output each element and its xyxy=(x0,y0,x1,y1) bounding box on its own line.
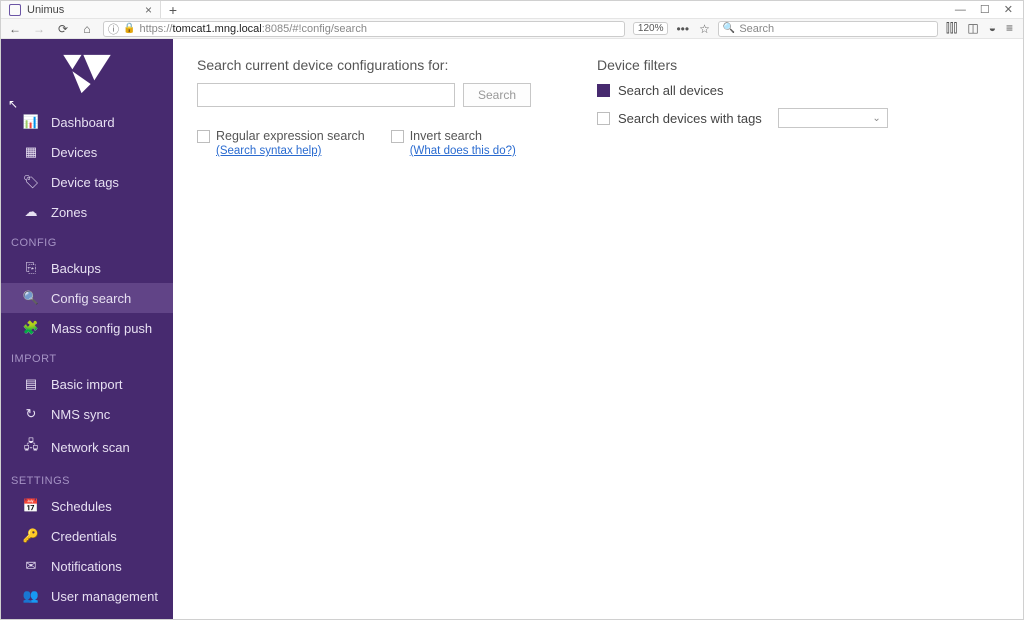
window-minimize-icon[interactable]: — xyxy=(955,4,966,16)
close-tab-icon[interactable]: × xyxy=(145,3,152,17)
sidebar-item-user-management[interactable]: 👥 User management xyxy=(1,581,173,611)
sidebar-item-label: NMS sync xyxy=(51,407,110,422)
favicon-icon xyxy=(9,4,21,16)
window-close-icon[interactable]: ✕ xyxy=(1004,3,1013,16)
tags-combobox[interactable]: ⌄ xyxy=(778,108,888,128)
filter-all-label: Search all devices xyxy=(618,83,724,98)
sidebar-item-zones[interactable]: ☁ Zones xyxy=(1,197,173,227)
config-search-input[interactable] xyxy=(197,83,455,107)
url-scheme: https:// xyxy=(139,23,172,35)
sync-icon: ↻ xyxy=(23,406,39,422)
devices-icon: ▦ xyxy=(23,144,39,160)
back-button[interactable]: ← xyxy=(7,22,23,36)
scan-icon: 🖧 xyxy=(23,436,39,458)
search-button[interactable]: Search xyxy=(463,83,531,107)
sidebar-item-mass-push[interactable]: 🧩 Mass config push xyxy=(1,313,173,343)
sidebar-item-label: Devices xyxy=(51,145,97,160)
sidebar-item-label: Network scan xyxy=(51,440,130,455)
reload-button[interactable]: ⟳ xyxy=(55,22,71,36)
sidebar-item-config-search[interactable]: 🔍 Config search xyxy=(1,283,173,313)
logo xyxy=(1,39,173,107)
browser-search-placeholder: Search xyxy=(739,23,774,35)
sidebar-item-label: Dashboard xyxy=(51,115,115,130)
cloud-icon: ☁ xyxy=(23,204,39,220)
sidebar-item-nms-sync[interactable]: ↻ NMS sync xyxy=(1,399,173,429)
account-icon[interactable]: ◒ xyxy=(989,21,996,36)
sidebar-item-backups[interactable]: ⎘ Backups xyxy=(1,253,173,283)
sidebar-item-network-scan[interactable]: 🖧 Network scan xyxy=(1,429,173,465)
address-bar[interactable]: ⓘ 🔒 https://tomcat1.mng.local:8085/#!con… xyxy=(103,21,625,37)
sidebar-item-label: Device tags xyxy=(51,175,119,190)
filters-section-title: Device filters xyxy=(597,57,999,73)
url-text: https://tomcat1.mng.local:8085/#!config/… xyxy=(139,23,366,35)
sidebar-item-label: Config search xyxy=(51,291,131,306)
dashboard-icon: 📊 xyxy=(23,114,39,130)
filter-tags-radio[interactable] xyxy=(597,112,610,125)
sidebar-section-import: IMPORT xyxy=(1,343,173,369)
file-icon: ▤ xyxy=(23,376,39,392)
info-icon: ⓘ xyxy=(108,21,119,37)
library-icon[interactable]: ⫿⫿⫿ xyxy=(946,21,958,36)
key-icon: 🔑 xyxy=(23,528,39,544)
url-host: tomcat1.mng.local xyxy=(172,23,261,35)
backup-icon: ⎘ xyxy=(23,260,39,276)
puzzle-icon: 🧩 xyxy=(23,320,39,336)
filter-tags-label: Search devices with tags xyxy=(618,111,762,126)
regex-help-link[interactable]: (Search syntax help) xyxy=(216,145,365,157)
sidebar-item-dashboard[interactable]: 📊 Dashboard xyxy=(1,107,173,137)
mail-icon: ✉ xyxy=(23,558,39,574)
sidebar-item-label: Schedules xyxy=(51,499,112,514)
url-path: :8085/#!config/search xyxy=(262,23,367,35)
filter-all-radio[interactable] xyxy=(597,84,610,97)
main-content: Search current device configurations for… xyxy=(173,39,1023,619)
new-tab-button[interactable]: + xyxy=(161,1,185,18)
invert-help-link[interactable]: (What does this do?) xyxy=(410,145,516,157)
sidebar-item-label: Zones xyxy=(51,205,87,220)
sidebar-item-notifications[interactable]: ✉ Notifications xyxy=(1,551,173,581)
sidebar: 📊 Dashboard ▦ Devices 🏷 Device tags ☁ Zo… xyxy=(1,39,173,619)
sidebar-section-settings: SETTINGS xyxy=(1,465,173,491)
sidebar-toggle-icon[interactable]: ◫ xyxy=(967,21,978,36)
sidebar-item-label: Backups xyxy=(51,261,101,276)
sidebar-item-label: Credentials xyxy=(51,529,117,544)
bookmark-icon[interactable]: ☆ xyxy=(699,22,710,36)
browser-search-input[interactable]: 🔍 Search xyxy=(718,21,938,37)
users-icon: 👥 xyxy=(23,588,39,604)
forward-button: → xyxy=(31,22,47,36)
search-section-title: Search current device configurations for… xyxy=(197,57,537,73)
sidebar-item-label: Basic import xyxy=(51,377,123,392)
window-maximize-icon[interactable]: ☐ xyxy=(980,3,990,16)
sidebar-item-schedules[interactable]: 📅 Schedules xyxy=(1,491,173,521)
cog-icon: ⚙ xyxy=(23,618,39,619)
calendar-icon: 📅 xyxy=(23,498,39,514)
home-button[interactable]: ⌂ xyxy=(79,22,95,36)
menu-icon[interactable]: ≡ xyxy=(1006,21,1013,36)
sidebar-item-devices[interactable]: ▦ Devices xyxy=(1,137,173,167)
search-icon: 🔍 xyxy=(723,23,735,34)
sidebar-item-credentials[interactable]: 🔑 Credentials xyxy=(1,521,173,551)
more-icon[interactable]: ••• xyxy=(676,22,689,36)
browser-tab[interactable]: Unimus × xyxy=(1,1,161,18)
regex-checkbox[interactable] xyxy=(197,130,210,143)
lock-icon: 🔒 xyxy=(123,23,135,34)
sidebar-item-label: Notifications xyxy=(51,559,122,574)
chevron-down-icon: ⌄ xyxy=(872,113,880,124)
regex-label: Regular expression search xyxy=(216,129,365,143)
sidebar-item-label: Other settings xyxy=(51,619,132,620)
sidebar-item-label: User management xyxy=(51,589,158,604)
sidebar-item-device-tags[interactable]: 🏷 Device tags xyxy=(1,167,173,197)
invert-checkbox[interactable] xyxy=(391,130,404,143)
sidebar-item-basic-import[interactable]: ▤ Basic import xyxy=(1,369,173,399)
sidebar-item-label: Mass config push xyxy=(51,321,152,336)
tab-title: Unimus xyxy=(27,4,139,16)
zoom-badge[interactable]: 120% xyxy=(633,22,669,35)
unimus-logo-icon xyxy=(59,53,115,95)
sidebar-section-config: CONFIG xyxy=(1,227,173,253)
sidebar-item-other-settings[interactable]: ⚙ Other settings xyxy=(1,611,173,619)
search-icon: 🔍 xyxy=(23,290,39,306)
invert-label: Invert search xyxy=(410,129,482,143)
tags-icon: 🏷 xyxy=(23,174,39,190)
